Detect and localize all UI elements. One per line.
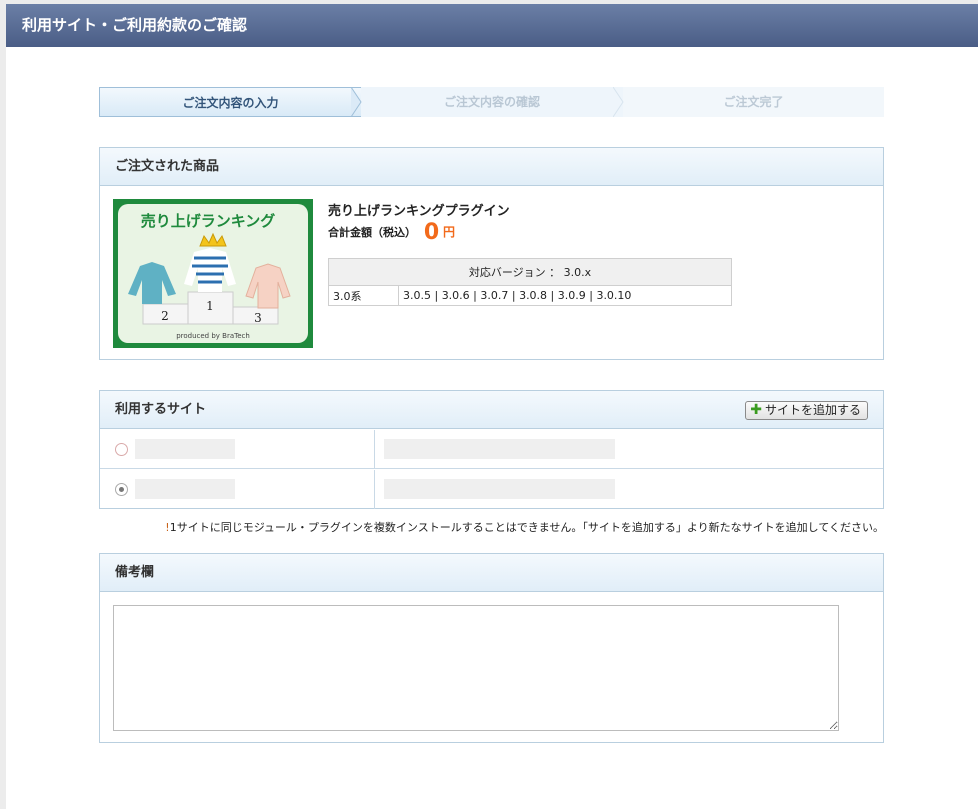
version-series: 3.0系	[328, 285, 399, 306]
image-caption: 売り上げランキング	[141, 212, 276, 230]
site-row	[100, 430, 883, 469]
notice-text: 1サイトに同じモジュール・プラグインを複数インストールすることはできません。「サ…	[169, 521, 884, 534]
remarks-panel: 備考欄	[99, 553, 884, 743]
step-order-confirm: ご注文内容の確認	[361, 87, 623, 117]
remarks-heading: 備考欄	[100, 554, 883, 592]
product-name: 売り上げランキングプラグイン	[328, 204, 510, 219]
order-panel: ご注文された商品 売り上げランキング 1 2 3 produced by Bra…	[99, 147, 884, 360]
site-radio[interactable]	[115, 443, 128, 456]
step-order-complete: ご注文完了	[623, 87, 884, 117]
site-notice: !1サイトに同じモジュール・プラグインを複数インストールすることはできません。「…	[99, 519, 884, 535]
version-table: 対応バージョン ： 3.0.x 3.0系 3.0.5 | 3.0.6 | 3.0…	[328, 258, 732, 306]
window: 利用サイト・ご利用約款のご確認 ご注文内容の入力 ご注文内容の確認 ご注文完了 …	[6, 4, 978, 809]
product-illustration: 売り上げランキング 1 2 3 produced by BraTech	[128, 212, 291, 340]
price-row: 合計金額（税込） 0 円	[328, 220, 455, 245]
product-image: 売り上げランキング 1 2 3 produced by BraTech	[113, 199, 313, 348]
total-value: 0	[423, 220, 440, 245]
add-site-label: サイトを追加する	[764, 403, 861, 417]
site-row	[100, 470, 883, 509]
plus-icon: ✚	[750, 402, 762, 418]
site-url-redacted	[384, 439, 615, 459]
sites-heading: 利用するサイト	[115, 402, 207, 417]
step-arrow-icon	[613, 87, 624, 117]
step-order-input: ご注文内容の入力	[99, 87, 361, 117]
page-title: 利用サイト・ご利用約款のご確認	[6, 4, 978, 47]
sites-panel: 利用するサイト ✚ サイトを追加する	[99, 390, 884, 509]
site-name-redacted	[135, 439, 235, 459]
remarks-textarea[interactable]	[113, 605, 839, 731]
checkout-steps: ご注文内容の入力 ご注文内容の確認 ご注文完了	[99, 87, 884, 117]
step-arrow-icon	[351, 87, 362, 117]
site-url-redacted	[384, 479, 615, 499]
total-unit: 円	[443, 225, 456, 239]
site-name-redacted	[135, 479, 235, 499]
podium-second: 2	[161, 309, 169, 323]
version-list: 3.0.5 | 3.0.6 | 3.0.7 | 3.0.8 | 3.0.9 | …	[398, 285, 732, 306]
row-divider	[374, 470, 375, 509]
total-label: 合計金額（税込）	[328, 226, 416, 239]
row-divider	[374, 430, 375, 468]
version-header: 対応バージョン ： 3.0.x	[328, 258, 732, 286]
site-radio-selected[interactable]	[115, 483, 128, 496]
order-panel-heading: ご注文された商品	[100, 148, 883, 186]
podium-third: 3	[254, 311, 262, 325]
sites-panel-heading: 利用するサイト ✚ サイトを追加する	[100, 391, 883, 429]
add-site-button[interactable]: ✚ サイトを追加する	[745, 401, 868, 420]
image-credit: produced by BraTech	[176, 332, 250, 340]
podium-first: 1	[206, 299, 214, 313]
